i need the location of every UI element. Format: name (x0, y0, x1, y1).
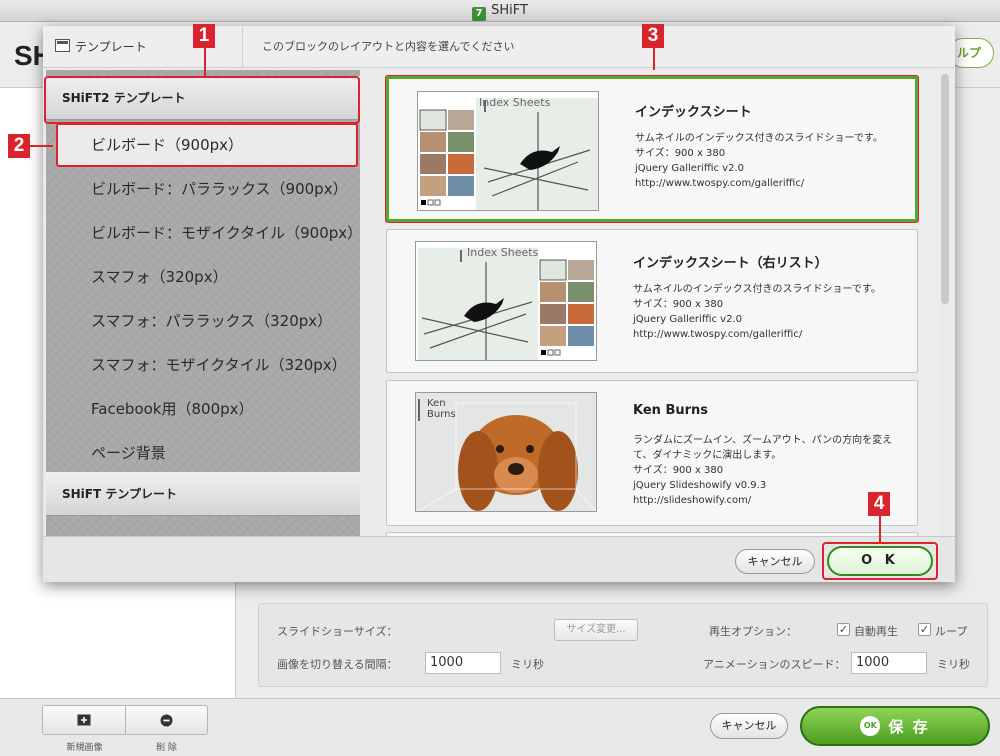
template-cards: Index Sheets インデックスシート サムネイルのインデックス付きのスラ… (382, 70, 940, 536)
animation-speed-input[interactable]: 1000 (851, 652, 927, 674)
annotation-marker-3: 3 (642, 24, 664, 48)
interval-label: 画像を切り替える間隔： (277, 658, 398, 671)
annotation-marker-2: 2 (8, 134, 30, 158)
template-scrollbar[interactable] (941, 74, 949, 304)
template-description: サムネイルのインデックス付きのスライドショーです。 サイズ：900 x 380 … (635, 133, 883, 189)
change-size-button[interactable]: サイズ変更... (554, 619, 638, 641)
template-description: サムネイルのインデックス付きのスライドショーです。 サイズ：900 x 380 … (633, 284, 881, 340)
list-item-smartphone[interactable]: スマフォ（320px） (46, 255, 360, 299)
window-title: SHiFT (491, 3, 528, 18)
template-category-list: SHiFT2 テンプレート ビルボード（900px） ビルボード：パララックス（… (46, 70, 360, 536)
app-icon: 7 (472, 7, 487, 21)
template-card-ken-burns[interactable]: Ken Burns Ken Burns ランダムにズームイン、ズームアウト、パンの… (386, 380, 918, 526)
animation-speed-unit: ミリ秒 (937, 658, 970, 671)
list-item-smartphone-parallax[interactable]: スマフォ：パララックス（320px） (46, 299, 360, 343)
dialog-instruction: このブロックのレイアウトと内容を選んでください (262, 40, 515, 53)
list-item-billboard-parallax[interactable]: ビルボード：パララックス（900px） (46, 167, 360, 211)
playback-options-label: 再生オプション： (709, 625, 797, 638)
image-actions (42, 705, 208, 735)
ok-icon: OK (860, 716, 881, 736)
list-item-billboard[interactable]: ビルボード（900px） (56, 123, 358, 167)
annotation-box-1 (44, 76, 360, 124)
annotation-box-4 (822, 542, 938, 580)
template-thumbnail (417, 91, 599, 211)
save-label: 保 存 (888, 717, 930, 736)
delete-label: 削 除 (156, 743, 177, 753)
annotation-marker-4: 4 (868, 492, 890, 516)
thumbnail-caption: Index Sheets (467, 246, 539, 259)
dialog-cancel-button[interactable]: キャンセル (735, 549, 815, 574)
slideshow-size-label: スライドショーサイズ： (277, 625, 398, 638)
new-image-button[interactable] (43, 706, 125, 734)
category-shift[interactable]: SHiFT テンプレート (46, 472, 360, 516)
save-button[interactable]: OK 保 存 (800, 706, 990, 746)
dialog-header-label: テンプレート (75, 40, 147, 54)
loop-label: ループ (935, 625, 968, 638)
template-title: Ken Burns (633, 403, 709, 418)
list-item-page-background[interactable]: ページ背景 (46, 431, 360, 475)
dialog-header: テンプレート このブロックのレイアウトと内容を選んでください (43, 26, 955, 68)
list-item-facebook[interactable]: Facebook用（800px） (46, 387, 360, 431)
main-cancel-button[interactable]: キャンセル (710, 713, 788, 739)
delete-button[interactable] (124, 706, 208, 734)
dialog-footer (43, 536, 955, 582)
annotation-marker-1: 1 (193, 24, 215, 48)
template-title: インデックスシート（右リスト） (633, 256, 828, 271)
autoplay-checkbox[interactable]: ✓ (837, 623, 850, 636)
new-image-label: 新規画像 (66, 743, 103, 753)
window-titlebar: 7 SHiFT (0, 0, 1000, 22)
thumbnail-caption: Index Sheets (479, 96, 551, 109)
interval-input[interactable]: 1000 (425, 652, 501, 674)
interval-unit: ミリ秒 (511, 658, 544, 671)
slideshow-settings: スライドショーサイズ： サイズ変更... 再生オプション： ✓ 自動再生 ✓ ル… (258, 603, 988, 687)
list-item-billboard-mosaic[interactable]: ビルボード：モザイクタイル（900px） (46, 211, 360, 255)
template-icon (55, 39, 70, 52)
thumbnail-caption: Ken Burns (427, 398, 456, 420)
template-card-index-sheets-right[interactable]: Index Sheets インデックスシート（右リスト） サムネイルのインデック… (386, 229, 918, 373)
template-card-index-sheets[interactable]: Index Sheets インデックスシート サムネイルのインデックス付きのスラ… (386, 76, 918, 222)
minus-circle-icon (160, 714, 173, 726)
autoplay-label: 自動再生 (854, 625, 898, 638)
list-item-smartphone-mosaic[interactable]: スマフォ：モザイクタイル（320px） (46, 343, 360, 387)
add-image-icon (77, 714, 91, 726)
template-thumbnail (415, 241, 597, 361)
animation-speed-label: アニメーションのスピード： (703, 658, 846, 671)
loop-checkbox[interactable]: ✓ (918, 623, 931, 636)
template-title: インデックスシート (635, 105, 752, 120)
